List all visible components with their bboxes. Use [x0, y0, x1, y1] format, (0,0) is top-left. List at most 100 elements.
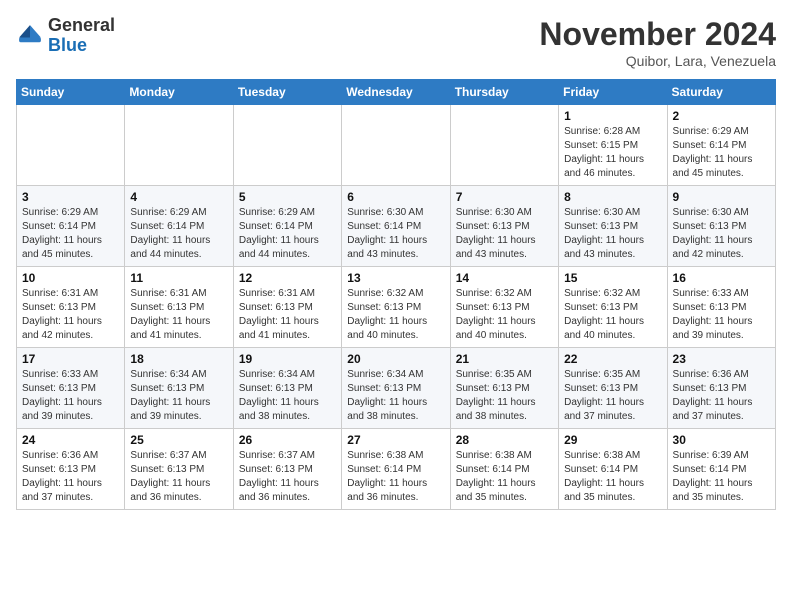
weekday-thursday: Thursday — [450, 80, 558, 105]
calendar-cell: 30 Sunrise: 6:39 AM Sunset: 6:14 PM Dayli… — [667, 429, 775, 510]
day-info: Sunrise: 6:35 AM Sunset: 6:13 PM Dayligh… — [456, 368, 553, 424]
title-block: November 2024 Quibor, Lara, Venezuela — [539, 16, 776, 69]
calendar: SundayMondayTuesdayWednesdayThursdayFrid… — [16, 79, 776, 510]
day-info: Sunrise: 6:32 AM Sunset: 6:13 PM Dayligh… — [564, 287, 661, 343]
calendar-cell: 24 Sunrise: 6:36 AM Sunset: 6:13 PM Dayli… — [17, 429, 125, 510]
day-number: 4 — [130, 190, 227, 204]
day-number: 10 — [22, 271, 119, 285]
day-info: Sunrise: 6:32 AM Sunset: 6:13 PM Dayligh… — [347, 287, 444, 343]
day-info: Sunrise: 6:29 AM Sunset: 6:14 PM Dayligh… — [239, 206, 336, 262]
calendar-body: 1Sunrise: 6:28 AM Sunset: 6:15 PM Daylig… — [17, 105, 776, 510]
day-number: 9 — [673, 190, 770, 204]
weekday-tuesday: Tuesday — [233, 80, 341, 105]
day-info: Sunrise: 6:37 AM Sunset: 6:13 PM Dayligh… — [239, 449, 336, 505]
calendar-week-2: 3 Sunrise: 6:29 AM Sunset: 6:14 PM Daylig… — [17, 186, 776, 267]
calendar-cell: 6 Sunrise: 6:30 AM Sunset: 6:14 PM Daylig… — [342, 186, 450, 267]
day-info: Sunrise: 6:34 AM Sunset: 6:13 PM Dayligh… — [347, 368, 444, 424]
location: Quibor, Lara, Venezuela — [539, 53, 776, 69]
day-info: Sunrise: 6:38 AM Sunset: 6:14 PM Dayligh… — [564, 449, 661, 505]
weekday-monday: Monday — [125, 80, 233, 105]
calendar-cell: 17 Sunrise: 6:33 AM Sunset: 6:13 PM Dayli… — [17, 348, 125, 429]
day-number: 5 — [239, 190, 336, 204]
calendar-cell: 19 Sunrise: 6:34 AM Sunset: 6:13 PM Dayli… — [233, 348, 341, 429]
calendar-cell: 10 Sunrise: 6:31 AM Sunset: 6:13 PM Dayli… — [17, 267, 125, 348]
day-number: 6 — [347, 190, 444, 204]
calendar-week-1: 1Sunrise: 6:28 AM Sunset: 6:15 PM Daylig… — [17, 105, 776, 186]
calendar-cell — [17, 105, 125, 186]
day-info: Sunrise: 6:29 AM Sunset: 6:14 PM Dayligh… — [673, 125, 770, 181]
day-number: 28 — [456, 433, 553, 447]
calendar-week-3: 10 Sunrise: 6:31 AM Sunset: 6:13 PM Dayli… — [17, 267, 776, 348]
day-number: 23 — [673, 352, 770, 366]
day-info: Sunrise: 6:35 AM Sunset: 6:13 PM Dayligh… — [564, 368, 661, 424]
day-info: Sunrise: 6:38 AM Sunset: 6:14 PM Dayligh… — [456, 449, 553, 505]
page-header: General Blue November 2024 Quibor, Lara,… — [16, 16, 776, 69]
logo-icon — [16, 22, 44, 50]
day-number: 16 — [673, 271, 770, 285]
day-number: 8 — [564, 190, 661, 204]
day-number: 11 — [130, 271, 227, 285]
calendar-cell: 27Sunrise: 6:38 AM Sunset: 6:14 PM Dayli… — [342, 429, 450, 510]
calendar-cell: 22 Sunrise: 6:35 AM Sunset: 6:13 PM Dayli… — [559, 348, 667, 429]
weekday-wednesday: Wednesday — [342, 80, 450, 105]
weekday-friday: Friday — [559, 80, 667, 105]
day-info: Sunrise: 6:30 AM Sunset: 6:14 PM Dayligh… — [347, 206, 444, 262]
calendar-cell — [450, 105, 558, 186]
day-info: Sunrise: 6:29 AM Sunset: 6:14 PM Dayligh… — [130, 206, 227, 262]
calendar-cell: 7 Sunrise: 6:30 AM Sunset: 6:13 PM Daylig… — [450, 186, 558, 267]
calendar-cell: 8Sunrise: 6:30 AM Sunset: 6:13 PM Daylig… — [559, 186, 667, 267]
calendar-cell — [233, 105, 341, 186]
calendar-cell: 4 Sunrise: 6:29 AM Sunset: 6:14 PM Daylig… — [125, 186, 233, 267]
logo-blue: Blue — [48, 36, 115, 56]
day-number: 12 — [239, 271, 336, 285]
day-info: Sunrise: 6:31 AM Sunset: 6:13 PM Dayligh… — [22, 287, 119, 343]
day-info: Sunrise: 6:39 AM Sunset: 6:14 PM Dayligh… — [673, 449, 770, 505]
day-number: 27 — [347, 433, 444, 447]
calendar-cell: 1Sunrise: 6:28 AM Sunset: 6:15 PM Daylig… — [559, 105, 667, 186]
day-info: Sunrise: 6:30 AM Sunset: 6:13 PM Dayligh… — [673, 206, 770, 262]
day-number: 2 — [673, 109, 770, 123]
day-info: Sunrise: 6:33 AM Sunset: 6:13 PM Dayligh… — [673, 287, 770, 343]
day-number: 29 — [564, 433, 661, 447]
calendar-cell: 9 Sunrise: 6:30 AM Sunset: 6:13 PM Daylig… — [667, 186, 775, 267]
calendar-cell: 3 Sunrise: 6:29 AM Sunset: 6:14 PM Daylig… — [17, 186, 125, 267]
day-number: 20 — [347, 352, 444, 366]
day-info: Sunrise: 6:37 AM Sunset: 6:13 PM Dayligh… — [130, 449, 227, 505]
day-number: 7 — [456, 190, 553, 204]
day-number: 19 — [239, 352, 336, 366]
day-info: Sunrise: 6:31 AM Sunset: 6:13 PM Dayligh… — [239, 287, 336, 343]
calendar-cell: 29 Sunrise: 6:38 AM Sunset: 6:14 PM Dayli… — [559, 429, 667, 510]
calendar-cell: 28 Sunrise: 6:38 AM Sunset: 6:14 PM Dayli… — [450, 429, 558, 510]
day-info: Sunrise: 6:33 AM Sunset: 6:13 PM Dayligh… — [22, 368, 119, 424]
day-number: 17 — [22, 352, 119, 366]
day-info: Sunrise: 6:30 AM Sunset: 6:13 PM Dayligh… — [456, 206, 553, 262]
calendar-cell: 26 Sunrise: 6:37 AM Sunset: 6:13 PM Dayli… — [233, 429, 341, 510]
calendar-cell — [125, 105, 233, 186]
day-info: Sunrise: 6:34 AM Sunset: 6:13 PM Dayligh… — [239, 368, 336, 424]
day-info: Sunrise: 6:36 AM Sunset: 6:13 PM Dayligh… — [22, 449, 119, 505]
day-number: 25 — [130, 433, 227, 447]
calendar-cell — [342, 105, 450, 186]
day-number: 24 — [22, 433, 119, 447]
day-info: Sunrise: 6:29 AM Sunset: 6:14 PM Dayligh… — [22, 206, 119, 262]
day-number: 1 — [564, 109, 661, 123]
day-number: 3 — [22, 190, 119, 204]
calendar-cell: 25 Sunrise: 6:37 AM Sunset: 6:13 PM Dayli… — [125, 429, 233, 510]
day-number: 26 — [239, 433, 336, 447]
month-title: November 2024 — [539, 16, 776, 53]
day-info: Sunrise: 6:32 AM Sunset: 6:13 PM Dayligh… — [456, 287, 553, 343]
day-number: 13 — [347, 271, 444, 285]
calendar-cell: 18Sunrise: 6:34 AM Sunset: 6:13 PM Dayli… — [125, 348, 233, 429]
day-number: 30 — [673, 433, 770, 447]
calendar-cell: 21Sunrise: 6:35 AM Sunset: 6:13 PM Dayli… — [450, 348, 558, 429]
calendar-week-5: 24 Sunrise: 6:36 AM Sunset: 6:13 PM Dayli… — [17, 429, 776, 510]
weekday-saturday: Saturday — [667, 80, 775, 105]
day-number: 14 — [456, 271, 553, 285]
calendar-cell: 15 Sunrise: 6:32 AM Sunset: 6:13 PM Dayli… — [559, 267, 667, 348]
calendar-cell: 13 Sunrise: 6:32 AM Sunset: 6:13 PM Dayli… — [342, 267, 450, 348]
day-number: 22 — [564, 352, 661, 366]
calendar-cell: 2 Sunrise: 6:29 AM Sunset: 6:14 PM Daylig… — [667, 105, 775, 186]
day-number: 15 — [564, 271, 661, 285]
logo: General Blue — [16, 16, 115, 56]
calendar-cell: 11Sunrise: 6:31 AM Sunset: 6:13 PM Dayli… — [125, 267, 233, 348]
